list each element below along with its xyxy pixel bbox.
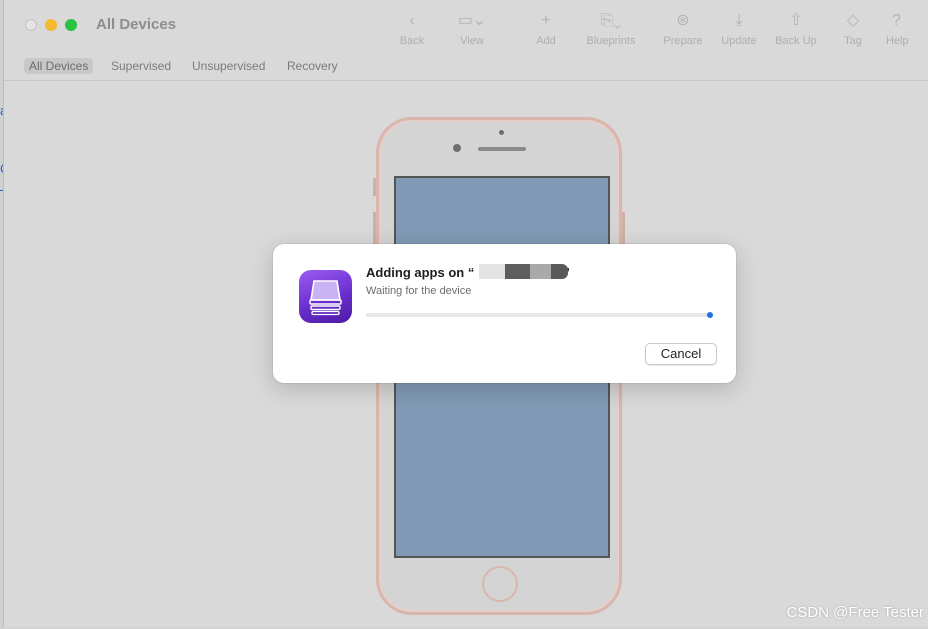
redaction-block: [479, 264, 568, 279]
plus-icon: +: [541, 12, 551, 29]
blueprints-icon: ⎘⌄: [600, 12, 622, 29]
prepare-button[interactable]: ⊛ Prepare: [651, 10, 715, 47]
dialog-status-text: Waiting for the device: [366, 285, 472, 297]
dialog-title-prefix: Adding apps on “: [366, 265, 475, 280]
tab-unsupervised[interactable]: Unsupervised: [187, 58, 270, 74]
phone-power-button: [622, 212, 625, 246]
backup-icon: ⇧: [789, 12, 803, 29]
apple-configurator-app-icon: [299, 270, 352, 323]
phone-volume-button: [373, 212, 376, 246]
progress-indicator: [707, 312, 713, 318]
add-button[interactable]: + Add: [514, 10, 578, 47]
tab-all-devices[interactable]: All Devices: [24, 58, 94, 74]
scope-bar: All Devices Supervised Unsupervised Reco…: [4, 56, 928, 78]
phone-camera: [453, 144, 461, 152]
titlebar: All Devices ‹ Back ▭⌄ View + Add ⎘⌄ Blue…: [4, 0, 928, 52]
help-label: Help: [886, 35, 909, 47]
phone-speaker: [478, 147, 526, 151]
backup-button[interactable]: ⇧ Back Up: [764, 10, 828, 47]
help-button[interactable]: ? Help: [886, 10, 926, 47]
prepare-icon: ⊛: [676, 12, 690, 29]
blueprints-label: Blueprints: [586, 35, 636, 47]
cancel-button[interactable]: Cancel: [645, 343, 717, 365]
tab-supervised[interactable]: Supervised: [106, 58, 176, 74]
help-icon: ?: [892, 12, 901, 29]
phone-mute-switch: [373, 178, 376, 196]
adding-apps-dialog: Adding apps on “” Waiting for the device…: [273, 244, 736, 383]
back-button[interactable]: ‹ Back: [380, 10, 444, 47]
view-icon: ▭⌄: [457, 12, 487, 29]
tag-label: Tag: [844, 35, 862, 47]
blueprints-button[interactable]: ⎘⌄ Blueprints: [579, 10, 643, 47]
update-button[interactable]: ⤓ Update: [707, 10, 771, 47]
watermark: CSDN @Free Tester: [786, 604, 924, 621]
minimize-window-button[interactable]: [45, 19, 57, 31]
progress-bar: [366, 312, 713, 318]
tag-button[interactable]: ◇ Tag: [821, 10, 885, 47]
close-window-button[interactable]: [25, 19, 37, 31]
prepare-label: Prepare: [663, 35, 703, 47]
phone-home-button: [482, 566, 518, 602]
view-button[interactable]: ▭⌄ View: [440, 10, 504, 47]
update-label: Update: [721, 35, 757, 47]
window-title: All Devices: [96, 16, 177, 33]
zoom-window-button[interactable]: [65, 19, 77, 31]
toolbar-divider: [4, 80, 928, 81]
add-label: Add: [536, 35, 556, 47]
backup-label: Back Up: [775, 35, 817, 47]
phone-sensor: [499, 130, 504, 135]
chevron-left-icon: ‹: [409, 12, 415, 29]
update-icon: ⤓: [735, 12, 743, 29]
tag-icon: ◇: [846, 12, 860, 29]
back-label: Back: [399, 35, 425, 47]
view-label: View: [460, 35, 484, 47]
configurator-stack-icon: [309, 280, 342, 316]
tab-recovery[interactable]: Recovery: [282, 58, 343, 74]
